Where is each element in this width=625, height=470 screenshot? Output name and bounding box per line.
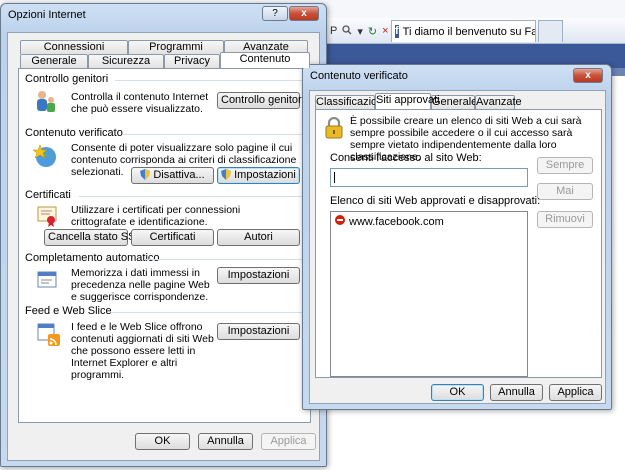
apply-button[interactable]: Applica <box>549 384 602 401</box>
tab-sicurezza[interactable]: Sicurezza <box>88 54 164 68</box>
shield-icon <box>140 169 151 180</box>
close-button[interactable]: x <box>573 68 603 83</box>
parental-description: Controlla il contenuto Internet che può … <box>71 91 209 115</box>
sites-listbox[interactable]: www.facebook.com <box>330 211 528 377</box>
allow-site-label: Consenti l'accesso al sito Web: <box>330 152 482 164</box>
apply-button[interactable]: Applica <box>261 433 316 450</box>
sites-list-label: Elenco di siti Web approvati e disapprov… <box>330 195 541 207</box>
disable-advisor-label: Disattiva... <box>153 169 205 181</box>
ok-button[interactable]: OK <box>135 433 190 450</box>
separator <box>79 196 305 197</box>
cancel-button[interactable]: Annulla <box>198 433 253 450</box>
blocked-icon <box>335 215 345 228</box>
content-advisor-window: Contenuto verificato x Classificazioni S… <box>302 64 612 410</box>
advisor-label: Contenuto verificato <box>25 127 123 139</box>
address-text: P <box>330 25 338 37</box>
globe-star-icon <box>32 143 59 172</box>
certificates-label: Certificati <box>25 189 71 201</box>
never-button[interactable]: Mai <box>537 183 593 200</box>
cancel-button[interactable]: Annulla <box>490 384 543 401</box>
site-url: www.facebook.com <box>349 215 444 228</box>
close-button[interactable]: x <box>289 6 319 21</box>
autocomplete-settings-button[interactable]: Impostazioni <box>217 267 300 284</box>
tab-connessioni[interactable]: Connessioni <box>20 40 128 54</box>
clear-ssl-button[interactable]: Cancella stato SSL <box>44 229 142 246</box>
autocomplete-label: Completamento automatico <box>25 252 160 264</box>
ok-button[interactable]: OK <box>431 384 484 401</box>
parental-label: Controllo genitori <box>25 73 109 85</box>
feeds-description: I feed e le Web Slice offrono contenuti … <box>71 321 214 381</box>
tab-contenuto[interactable]: Contenuto <box>220 52 310 68</box>
dialog-title: Contenuto verificato <box>310 70 408 82</box>
search-icon[interactable] <box>342 24 352 38</box>
always-button[interactable]: Sempre <box>537 157 593 174</box>
dropdown-icon[interactable]: ▾ <box>357 25 363 38</box>
tab-avanzate[interactable]: Avanzate <box>475 95 522 109</box>
window-title: Opzioni Internet <box>8 9 86 21</box>
address-bar[interactable]: P ▾ ↻ × <box>330 22 389 40</box>
list-item[interactable]: www.facebook.com <box>335 215 444 228</box>
separator <box>145 259 305 260</box>
advisor-settings-label: Impostazioni <box>234 169 296 181</box>
separator <box>123 134 305 135</box>
content-tab-panel: Controllo genitori Controlla il contenut… <box>18 68 311 423</box>
lock-icon <box>324 116 344 142</box>
site-url-input[interactable] <box>330 168 528 187</box>
stop-icon[interactable]: × <box>382 25 388 37</box>
content-advisor-body: Classificazioni Siti approvati Generale … <box>309 90 606 404</box>
shield-icon <box>221 169 232 180</box>
new-tab-button[interactable] <box>538 20 563 42</box>
approved-sites-panel: È possibile creare un elenco di siti Web… <box>315 109 602 378</box>
disable-advisor-button[interactable]: Disattiva... <box>131 167 214 184</box>
internet-options-window: Opzioni Internet ? x Connessioni Program… <box>0 3 327 467</box>
parental-controls-button[interactable]: Controllo genitori <box>217 92 304 109</box>
remove-button[interactable]: Rimuovi <box>537 211 593 228</box>
tab-privacy[interactable]: Privacy <box>164 54 220 68</box>
publishers-button[interactable]: Autori <box>217 229 300 246</box>
separator <box>111 312 305 313</box>
text-cursor <box>334 172 335 183</box>
tab-siti-approvati[interactable]: Siti approvati <box>375 93 440 109</box>
help-button[interactable]: ? <box>262 6 288 21</box>
autocomplete-description: Memorizza i dati immessi in precedenza n… <box>71 267 210 303</box>
advisor-settings-button[interactable]: Impostazioni <box>217 167 300 184</box>
tab-generale[interactable]: Generale <box>20 54 88 68</box>
feeds-settings-button[interactable]: Impostazioni <box>217 323 300 340</box>
certificate-icon <box>37 205 59 230</box>
content-advisor-titlebar[interactable]: Contenuto verificato <box>303 65 611 87</box>
certificates-button[interactable]: Certificati <box>131 229 214 246</box>
browser-tab[interactable]: f Ti diamo il benvenuto su Fa... × <box>391 20 536 42</box>
internet-options-body: Connessioni Programmi Avanzate Generale … <box>7 32 320 461</box>
tab-classificazioni[interactable]: Classificazioni <box>315 95 386 109</box>
separator <box>115 80 305 81</box>
browser-tab-title: Ti diamo il benvenuto su Fa... <box>402 25 536 38</box>
facebook-icon: f <box>395 25 399 38</box>
feed-icon <box>37 323 61 350</box>
autocomplete-icon <box>37 269 59 294</box>
feeds-label: Feed e Web Slice <box>25 305 112 317</box>
family-icon <box>33 89 59 118</box>
tab-programmi[interactable]: Programmi <box>128 40 224 54</box>
refresh-icon[interactable]: ↻ <box>368 25 377 38</box>
certificates-description: Utilizzare i certificati per connessioni… <box>71 204 241 228</box>
